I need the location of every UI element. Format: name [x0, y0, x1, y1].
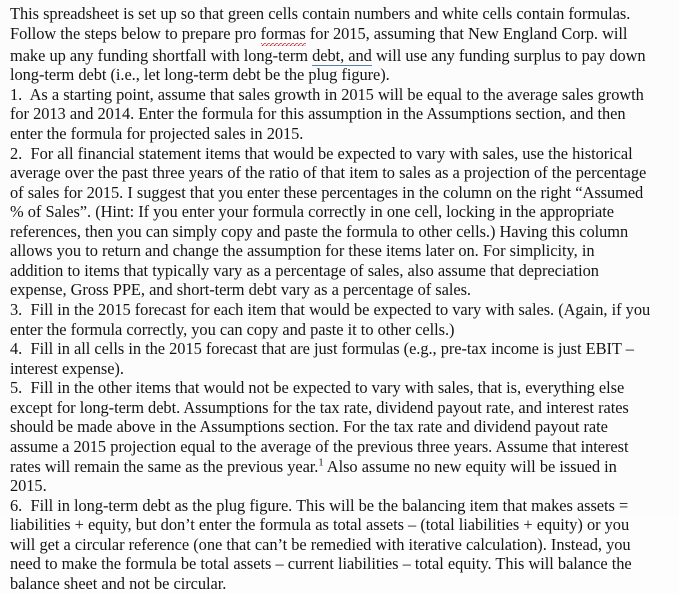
- step-number-3: 3.: [10, 300, 23, 320]
- document-page: This spreadsheet is set up so that green…: [0, 0, 679, 593]
- step-number-4: 4.: [10, 339, 23, 359]
- step-number-6: 6.: [10, 495, 23, 515]
- step-spacer: [22, 339, 30, 358]
- document-text-body: This spreadsheet is set up so that green…: [10, 4, 651, 593]
- step-text-6: Fill in long-term debt as the plug figur…: [10, 495, 632, 593]
- step-number-2: 2.: [10, 143, 23, 163]
- step-spacer: [22, 300, 30, 319]
- step-text-4: Fill in all cells in the 2015 forecast t…: [10, 339, 634, 378]
- step-text-2: For all financial statement items that w…: [10, 143, 647, 300]
- step-item-4: 4. Fill in all cells in the 2015 forecas…: [10, 339, 651, 378]
- step-spacer: [22, 496, 30, 515]
- step-item-5: 5. Fill in the other items that would no…: [10, 378, 651, 495]
- step-item-2: 2. For all financial statement items tha…: [10, 144, 651, 301]
- step-item-3: 3. Fill in the 2015 forecast for each it…: [10, 300, 651, 339]
- step-text-1: As a starting point, assume that sales g…: [10, 84, 644, 143]
- step-text-3: Fill in the 2015 forecast for each item …: [10, 300, 651, 339]
- spellcheck-misspelled-word[interactable]: formas: [260, 23, 306, 46]
- clipped-top-line: [36, 0, 506, 3]
- step-spacer: [22, 85, 29, 104]
- grammar-flagged-phrase[interactable]: debt, and: [312, 45, 372, 67]
- intro-paragraph: This spreadsheet is set up so that green…: [10, 4, 651, 85]
- step-item-6: 6. Fill in long-term debt as the plug fi…: [10, 496, 651, 593]
- step-number-1: 1.: [10, 84, 23, 104]
- step-spacer: [22, 144, 30, 163]
- step-spacer: [22, 378, 30, 397]
- step-number-5: 5.: [10, 378, 23, 398]
- step-item-1: 1. As a starting point, assume that sale…: [10, 85, 651, 144]
